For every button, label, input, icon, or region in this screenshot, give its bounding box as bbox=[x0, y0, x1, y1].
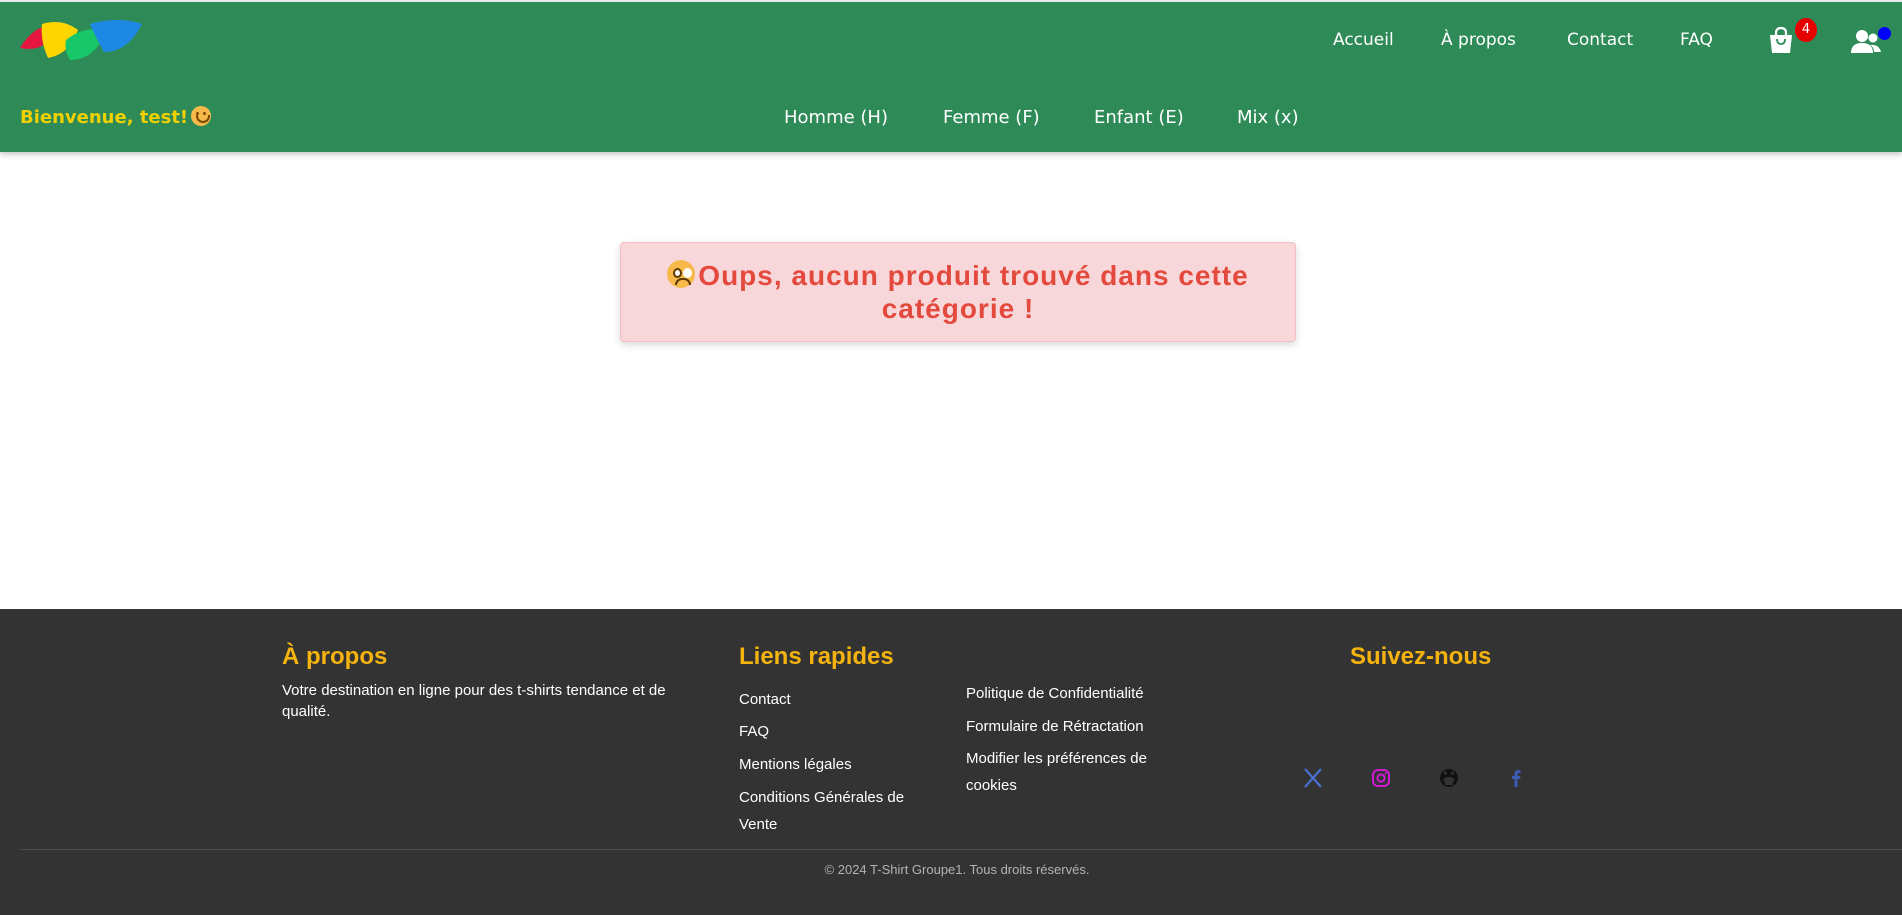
footer-faq-link[interactable]: FAQ bbox=[739, 718, 769, 745]
category-mix-link[interactable]: Mix (x) bbox=[1237, 107, 1299, 128]
footer-contact-link[interactable]: Contact bbox=[739, 686, 791, 713]
alert-message: Oups, aucun produit trouvé dans cette ca… bbox=[698, 260, 1249, 324]
instagram-icon[interactable] bbox=[1369, 766, 1393, 790]
user-status-dot bbox=[1878, 27, 1891, 40]
footer-about-heading: À propos bbox=[282, 643, 388, 670]
nav-about-link[interactable]: À propos bbox=[1441, 30, 1516, 50]
footer-privacy-link[interactable]: Politique de Confidentialité bbox=[966, 680, 1144, 707]
x-twitter-icon[interactable] bbox=[1301, 766, 1325, 790]
nav-contact-link[interactable]: Contact bbox=[1567, 30, 1633, 50]
footer-quick-links-heading: Liens rapides bbox=[739, 643, 894, 670]
users-icon[interactable] bbox=[1851, 28, 1881, 54]
alert-message-container: Oups, aucun produit trouvé dans cette ca… bbox=[658, 259, 1258, 325]
site-logo[interactable] bbox=[20, 18, 142, 64]
site-header: Accueil À propos Contact FAQ 4 Bienvenue… bbox=[0, 0, 1902, 152]
footer-legal-link[interactable]: Mentions légales bbox=[739, 751, 852, 778]
category-men-link[interactable]: Homme (H) bbox=[784, 107, 888, 128]
smiley-icon bbox=[191, 106, 212, 126]
category-kids-link[interactable]: Enfant (E) bbox=[1094, 107, 1184, 128]
footer-about-text: Votre destination en ligne pour des t-sh… bbox=[282, 682, 666, 720]
footer-cgv-link[interactable]: Conditions Générales de Vente bbox=[739, 784, 919, 838]
footer-follow-heading: Suivez-nous bbox=[1350, 643, 1492, 670]
cart-count-badge: 4 bbox=[1795, 18, 1817, 42]
footer-withdrawal-link[interactable]: Formulaire de Rétractation bbox=[966, 713, 1144, 740]
shopping-bag-icon[interactable] bbox=[1768, 26, 1794, 54]
footer-divider bbox=[20, 849, 1902, 850]
facebook-icon[interactable] bbox=[1504, 766, 1528, 790]
welcome-message: Bienvenue, test! bbox=[20, 106, 212, 128]
github-icon[interactable] bbox=[1437, 766, 1461, 790]
footer-cookies-link[interactable]: Modifier les préférences de cookies bbox=[966, 745, 1166, 799]
nav-faq-link[interactable]: FAQ bbox=[1680, 30, 1713, 50]
sad-face-icon bbox=[667, 260, 696, 288]
no-products-alert: Oups, aucun produit trouvé dans cette ca… bbox=[620, 242, 1296, 342]
nav-home-link[interactable]: Accueil bbox=[1333, 30, 1394, 50]
footer-copyright: © 2024 T-Shirt Groupe1. Tous droits rése… bbox=[824, 862, 1090, 877]
welcome-text: Bienvenue, test! bbox=[20, 107, 189, 128]
category-women-link[interactable]: Femme (F) bbox=[943, 107, 1040, 128]
